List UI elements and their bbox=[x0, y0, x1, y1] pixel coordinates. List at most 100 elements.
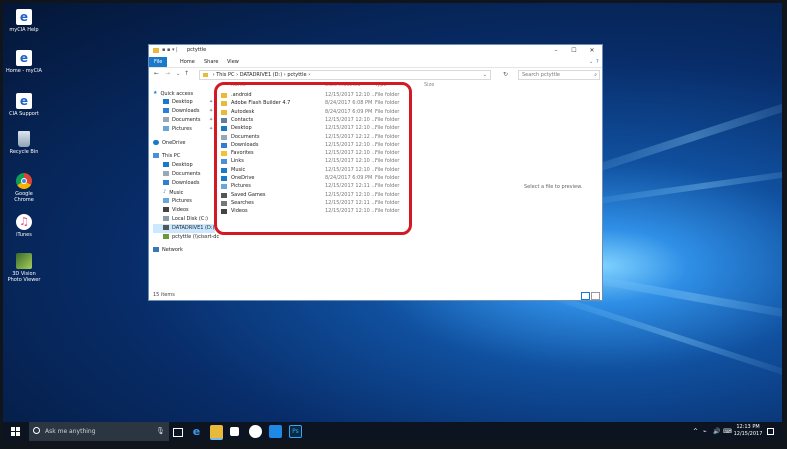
ie-shortcut-icon: e bbox=[16, 93, 32, 109]
large-icons-view-icon[interactable] bbox=[591, 292, 600, 300]
nav-pc-music[interactable]: ♪ Music bbox=[163, 188, 183, 197]
help-icon[interactable]: ? bbox=[596, 58, 599, 66]
nav-label: Documents bbox=[172, 117, 201, 123]
close-button[interactable]: ✕ bbox=[585, 46, 599, 55]
details-view-icon[interactable] bbox=[581, 292, 590, 300]
folder-icon bbox=[153, 48, 159, 53]
network-status-icon[interactable]: ⌁ bbox=[703, 422, 707, 441]
status-bar: 15 items bbox=[149, 290, 602, 300]
downloads-icon bbox=[163, 108, 169, 113]
computer-icon bbox=[153, 153, 159, 158]
nav-qa-downloads[interactable]: Downloads ✦ bbox=[163, 107, 213, 116]
edge-icon[interactable]: e bbox=[190, 425, 203, 438]
pictures-icon bbox=[163, 126, 169, 131]
breadcrumb-separator: › bbox=[236, 72, 239, 78]
nav-qa-desktop[interactable]: Desktop ✦ bbox=[163, 98, 213, 107]
nav-pc-downloads[interactable]: Downloads bbox=[163, 179, 199, 188]
nav-network[interactable]: Network bbox=[153, 246, 183, 255]
3d-vision-icon bbox=[16, 253, 32, 269]
desktop-icon-label: Google Chrome bbox=[14, 191, 34, 203]
tab-share[interactable]: Share bbox=[204, 58, 218, 66]
clock-date: 12/15/2017 bbox=[733, 431, 763, 437]
show-hidden-icons-icon[interactable]: ^ bbox=[693, 422, 698, 441]
cortana-search-box[interactable]: Ask me anything 🎙 bbox=[29, 422, 169, 441]
keyboard-icon[interactable]: ⌨ bbox=[723, 422, 732, 441]
start-button[interactable] bbox=[11, 427, 20, 436]
photoshop-icon[interactable]: Ps bbox=[289, 425, 302, 438]
nav-this-pc[interactable]: This PC bbox=[153, 152, 180, 161]
recycle-bin-icon bbox=[18, 131, 30, 147]
nav-qa-pictures[interactable]: Pictures ✦ bbox=[163, 125, 213, 134]
nav-pc-videos[interactable]: Videos bbox=[163, 206, 189, 215]
preview-message: Select a file to preview. bbox=[524, 184, 583, 190]
desktop-icon-label: 3D Vision Photo Viewer bbox=[7, 271, 41, 283]
quick-access-toolbar[interactable]: ▪ ▪ ▾ | bbox=[162, 48, 184, 53]
breadcrumb-separator: › bbox=[308, 72, 311, 78]
desktop-icon-google-chrome[interactable]: Google Chrome bbox=[5, 173, 43, 203]
breadcrumb-separator: › bbox=[283, 72, 286, 78]
store-icon[interactable] bbox=[230, 427, 239, 436]
teams-chat-icon[interactable] bbox=[249, 425, 262, 438]
refresh-icon[interactable]: ↻ bbox=[503, 70, 508, 79]
nav-quick-access[interactable]: ★ Quick access bbox=[153, 89, 193, 98]
desktop-icon-recycle-bin[interactable]: Recycle Bin bbox=[5, 131, 43, 155]
preview-pane: Select a file to preview. bbox=[511, 81, 604, 291]
videos-icon bbox=[163, 207, 169, 212]
forward-arrow-icon[interactable]: → bbox=[165, 70, 170, 78]
desktop-icon-label: CIA Support bbox=[9, 111, 39, 117]
downloads-icon bbox=[163, 180, 169, 185]
desktop-icon-itunes[interactable]: ♫ iTunes bbox=[5, 214, 43, 238]
desktop-icon-mycia-help[interactable]: e myCIA Help bbox=[5, 9, 43, 33]
recent-locations-icon[interactable]: ⌄ bbox=[176, 70, 180, 78]
microphone-icon[interactable]: 🎙 bbox=[156, 422, 165, 441]
desktop-icon bbox=[163, 162, 169, 167]
clock[interactable]: 12:13 PM 12/15/2017 bbox=[733, 424, 763, 438]
desktop-icon bbox=[163, 99, 169, 104]
windows-app-icon[interactable] bbox=[269, 425, 282, 438]
up-arrow-icon[interactable]: ↑ bbox=[184, 70, 189, 78]
desktop-icon-home-mycia[interactable]: e Home - myCIA bbox=[5, 50, 43, 74]
nav-pc-documents[interactable]: Documents bbox=[163, 170, 201, 179]
address-dropdown-icon[interactable]: ⌄ bbox=[483, 71, 487, 79]
pictures-icon bbox=[163, 198, 169, 203]
breadcrumb-pctyttle[interactable]: pctyttle bbox=[287, 72, 306, 78]
breadcrumb-this-pc[interactable]: This PC bbox=[216, 72, 234, 78]
task-view-icon[interactable] bbox=[173, 428, 183, 437]
itunes-icon: ♫ bbox=[16, 214, 32, 230]
desktop-icon-cia-support[interactable]: e CIA Support bbox=[5, 93, 43, 117]
pin-icon: ✦ bbox=[209, 126, 214, 132]
documents-icon bbox=[163, 171, 169, 176]
item-count: 15 items bbox=[153, 292, 175, 298]
maximize-button[interactable]: ☐ bbox=[567, 46, 581, 55]
nav-pc-datadrive[interactable]: DATADRIVE1 (D:) bbox=[153, 224, 215, 233]
nav-onedrive[interactable]: OneDrive bbox=[153, 139, 186, 148]
column-header-size[interactable]: Size bbox=[424, 82, 434, 89]
nav-label: Downloads bbox=[172, 180, 200, 186]
screenshot-frame: e myCIA Help e Home - myCIA e CIA Suppor… bbox=[0, 0, 787, 449]
ribbon-expand-icon[interactable]: ⌄ bbox=[589, 58, 593, 66]
back-arrow-icon[interactable]: ← bbox=[154, 70, 159, 78]
volume-icon[interactable]: 🔊 bbox=[713, 422, 720, 441]
tab-view[interactable]: View bbox=[227, 58, 239, 66]
clock-time: 12:13 PM bbox=[736, 424, 760, 430]
drive-icon bbox=[163, 225, 169, 230]
pin-icon: ✦ bbox=[209, 99, 214, 105]
desktop-icon-3d-vision[interactable]: 3D Vision Photo Viewer bbox=[5, 253, 43, 283]
breadcrumb-datadrive[interactable]: DATADRIVE1 (D:) bbox=[240, 72, 282, 78]
nav-pc-network-drive[interactable]: pctyttle (\\cissrt-dc bbox=[163, 233, 219, 242]
nav-pc-local-disk[interactable]: Local Disk (C:) bbox=[163, 215, 208, 224]
nav-pc-pictures[interactable]: Pictures bbox=[163, 197, 192, 206]
nav-pc-desktop[interactable]: Desktop bbox=[163, 161, 193, 170]
address-bar[interactable]: › This PC › DATADRIVE1 (D:) › pctyttle ›… bbox=[199, 70, 491, 80]
taskbar-search-placeholder: Ask me anything bbox=[45, 428, 96, 435]
highlight-annotation bbox=[214, 82, 412, 235]
nav-qa-documents[interactable]: Documents ✦ bbox=[163, 116, 213, 125]
file-explorer-taskbar-icon[interactable] bbox=[210, 425, 223, 440]
tab-file[interactable]: File bbox=[149, 57, 168, 67]
title-bar[interactable]: ▪ ▪ ▾ | pctyttle – ☐ ✕ bbox=[149, 45, 602, 57]
minimize-button[interactable]: – bbox=[549, 46, 563, 55]
tab-home[interactable]: Home bbox=[180, 58, 195, 66]
taskbar: Ask me anything 🎙 e Ps ^ ⌁ 🔊 ⌨ 12:13 PM … bbox=[3, 422, 782, 441]
action-center-icon[interactable] bbox=[767, 428, 774, 435]
search-input[interactable]: Search pctyttle ⌕ bbox=[518, 70, 600, 80]
